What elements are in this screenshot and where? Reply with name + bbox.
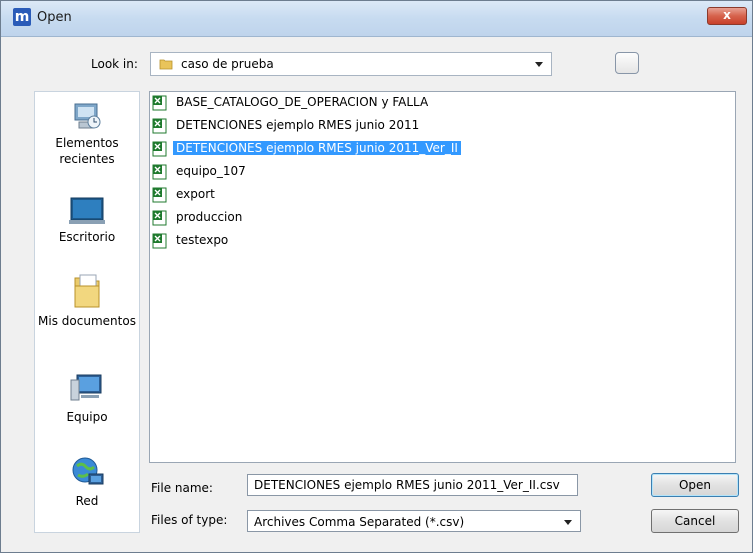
file-type-value: Archives Comma Separated (*.csv) [254,515,465,529]
documents-icon [74,274,100,308]
excel-file-icon [152,187,167,203]
file-name: export [176,187,215,201]
open-button[interactable]: Open [651,473,739,497]
look-in-dropdown[interactable]: caso de prueba [150,52,552,76]
place-label: Equipo [66,410,108,424]
places-bar: Elementos recientes Escritorio Mis docum… [34,91,140,533]
file-name: DETENCIONES ejemplo RMES junio 2011_Ver_… [173,141,461,155]
folder-icon [159,59,173,70]
network-icon [72,457,104,485]
place-label: Mis documentos [38,314,136,328]
computer-icon [70,374,102,401]
look-in-value: caso de prueba [181,57,274,71]
cancel-button[interactable]: Cancel [651,509,739,533]
app-logo-icon: m [13,8,31,26]
file-type-dropdown[interactable]: Archives Comma Separated (*.csv) [247,510,581,532]
file-name-input[interactable]: DETENCIONES ejemplo RMES junio 2011_Ver_… [247,474,578,496]
title-bar[interactable]: m Open x [1,1,752,37]
place-label: Escritorio [58,230,116,244]
place-desktop[interactable]: Escritorio [35,196,139,245]
excel-file-icon [152,233,167,249]
place-computer[interactable]: Equipo [35,372,139,425]
file-list[interactable]: BASE_CATALOGO_DE_OPERACION y FALLA DETEN… [149,91,736,463]
excel-file-icon [152,141,167,157]
excel-file-icon [152,164,167,180]
place-label: Elementos recientes [55,136,119,166]
excel-file-icon [152,118,167,134]
chevron-down-icon [535,62,543,67]
recent-items-icon [74,103,101,129]
view-menu-button[interactable] [615,52,639,74]
close-button[interactable]: x [707,7,747,25]
open-dialog: m Open x Look in: caso de prueba Element… [0,0,753,553]
file-name: equipo_107 [176,164,246,178]
chevron-down-icon [564,520,572,525]
excel-file-icon [152,210,167,226]
place-recent-items[interactable]: Elementos recientes [35,98,139,167]
file-name: testexpo [176,233,229,247]
file-type-label: Files of type: [151,513,228,527]
place-label: Red [75,494,99,508]
file-name-label: File name: [151,481,213,495]
desktop-icon [69,197,105,224]
file-name: BASE_CATALOGO_DE_OPERACION y FALLA [176,95,429,109]
file-name: DETENCIONES ejemplo RMES junio 2011 [176,118,420,132]
place-my-documents[interactable]: Mis documentos [35,272,139,329]
place-network[interactable]: Red [35,454,139,509]
excel-file-icon [152,95,167,111]
look-in-label: Look in: [91,57,138,71]
file-name: produccion [176,210,243,224]
dialog-title: Open [37,10,72,25]
